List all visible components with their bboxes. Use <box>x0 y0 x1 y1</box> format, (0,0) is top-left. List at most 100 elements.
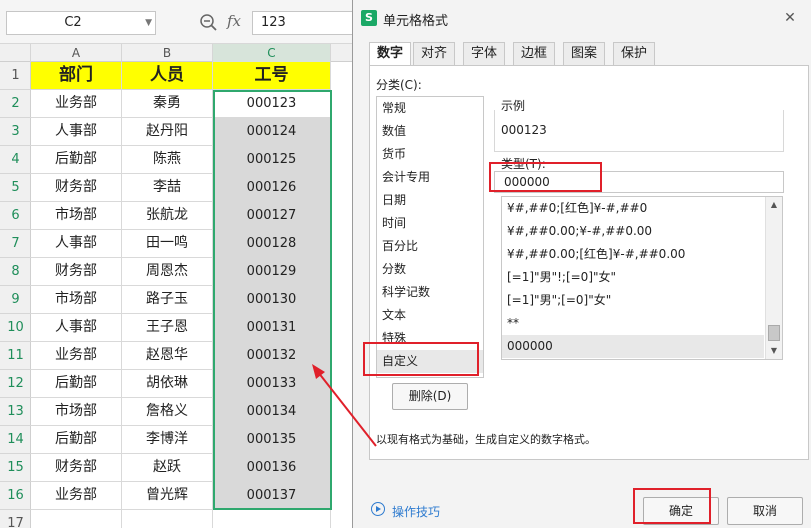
format-item[interactable]: ** <box>502 312 764 335</box>
table-cell[interactable]: 张航龙 <box>122 202 213 230</box>
tab-border[interactable]: 边框 <box>513 42 555 66</box>
ok-button[interactable]: 确定 <box>643 497 719 525</box>
table-cell[interactable]: 000134 <box>213 398 331 426</box>
table-cell[interactable]: 曾光辉 <box>122 482 213 510</box>
table-cell[interactable]: 财务部 <box>31 454 122 482</box>
column-header-c[interactable]: C <box>213 44 331 62</box>
scroll-up-icon[interactable]: ▲ <box>766 197 782 213</box>
table-cell[interactable]: 后勤部 <box>31 426 122 454</box>
header-cell-department[interactable]: 部门 <box>31 62 122 90</box>
table-cell[interactable]: 000126 <box>213 174 331 202</box>
row-header[interactable]: 1 <box>0 62 31 90</box>
row-header[interactable]: 4 <box>0 146 31 174</box>
row-header[interactable]: 17 <box>0 510 31 528</box>
cancel-button[interactable]: 取消 <box>727 497 803 525</box>
category-item[interactable]: 时间 <box>377 212 483 235</box>
row-header[interactable]: 6 <box>0 202 31 230</box>
format-list-scrollbar[interactable]: ▲ ▼ <box>765 197 782 359</box>
category-item[interactable]: 日期 <box>377 189 483 212</box>
table-cell[interactable]: 市场部 <box>31 398 122 426</box>
row-header[interactable]: 15 <box>0 454 31 482</box>
category-item[interactable]: 科学记数 <box>377 281 483 304</box>
table-cell[interactable]: 李博洋 <box>122 426 213 454</box>
format-item[interactable]: [=1]"男";[=0]"女" <box>502 289 764 312</box>
table-cell[interactable]: 人事部 <box>31 314 122 342</box>
close-button[interactable]: ✕ <box>771 4 809 32</box>
tab-font[interactable]: 字体 <box>463 42 505 66</box>
category-list[interactable]: 常规 数值 货币 会计专用 日期 时间 百分比 分数 科学记数 文本 特殊 自定… <box>376 96 484 378</box>
category-item-custom[interactable]: 自定义 <box>377 350 483 373</box>
table-cell[interactable]: 李喆 <box>122 174 213 202</box>
dialog-titlebar[interactable]: S 单元格格式 ✕ <box>353 0 811 38</box>
tab-pattern[interactable]: 图案 <box>563 42 605 66</box>
table-cell-empty[interactable] <box>31 510 122 528</box>
table-cell[interactable]: 000132 <box>213 342 331 370</box>
table-cell[interactable]: 赵跃 <box>122 454 213 482</box>
play-icon[interactable] <box>371 502 385 516</box>
tab-alignment[interactable]: 对齐 <box>413 42 455 66</box>
format-code-list[interactable]: ¥#,##0;[红色]¥-#,##0 ¥#,##0.00;¥-#,##0.00 … <box>501 196 783 360</box>
row-header[interactable]: 3 <box>0 118 31 146</box>
category-item[interactable]: 常规 <box>377 97 483 120</box>
scroll-thumb[interactable] <box>768 325 780 341</box>
category-item[interactable]: 数值 <box>377 120 483 143</box>
table-cell-empty[interactable] <box>213 510 331 528</box>
table-cell[interactable]: 詹格义 <box>122 398 213 426</box>
header-cell-employee-id[interactable]: 工号 <box>213 62 331 90</box>
table-cell[interactable]: 后勤部 <box>31 370 122 398</box>
select-all-corner[interactable] <box>0 44 31 62</box>
row-header[interactable]: 8 <box>0 258 31 286</box>
table-cell[interactable]: 赵恩华 <box>122 342 213 370</box>
table-cell[interactable]: 市场部 <box>31 202 122 230</box>
table-cell[interactable]: 赵丹阳 <box>122 118 213 146</box>
category-item[interactable]: 百分比 <box>377 235 483 258</box>
table-cell[interactable]: 人事部 <box>31 230 122 258</box>
table-cell[interactable]: 000135 <box>213 426 331 454</box>
table-cell[interactable]: 田一鸣 <box>122 230 213 258</box>
category-item[interactable]: 会计专用 <box>377 166 483 189</box>
table-cell[interactable]: 000124 <box>213 118 331 146</box>
format-item-selected[interactable]: 000000 <box>502 335 764 358</box>
header-cell-staff[interactable]: 人员 <box>122 62 213 90</box>
table-cell-active[interactable]: 000123 <box>213 90 331 118</box>
table-cell[interactable]: 后勤部 <box>31 146 122 174</box>
type-input[interactable]: 000000 <box>494 171 784 193</box>
table-cell[interactable]: 人事部 <box>31 118 122 146</box>
tips-link[interactable]: 操作技巧 <box>392 503 440 520</box>
row-header[interactable]: 12 <box>0 370 31 398</box>
fx-icon[interactable]: fx <box>227 12 241 30</box>
table-cell[interactable]: 000131 <box>213 314 331 342</box>
zoom-icon[interactable] <box>199 11 219 33</box>
table-cell[interactable]: 秦勇 <box>122 90 213 118</box>
chevron-down-icon[interactable]: ▼ <box>145 12 152 34</box>
scroll-down-icon[interactable]: ▼ <box>766 343 782 359</box>
category-item[interactable]: 特殊 <box>377 327 483 350</box>
format-item[interactable]: ¥#,##0.00;[红色]¥-#,##0.00 <box>502 243 764 266</box>
table-cell[interactable]: 周恩杰 <box>122 258 213 286</box>
table-cell[interactable]: 000136 <box>213 454 331 482</box>
table-cell[interactable]: 业务部 <box>31 482 122 510</box>
table-cell[interactable]: 路子玉 <box>122 286 213 314</box>
table-cell-empty[interactable] <box>122 510 213 528</box>
category-item[interactable]: 货币 <box>377 143 483 166</box>
table-cell[interactable]: 000128 <box>213 230 331 258</box>
format-item[interactable]: ¥#,##0;[红色]¥-#,##0 <box>502 197 764 220</box>
table-cell[interactable]: 000133 <box>213 370 331 398</box>
table-cell[interactable]: 000129 <box>213 258 331 286</box>
table-cell[interactable]: 王子恩 <box>122 314 213 342</box>
table-cell[interactable]: 市场部 <box>31 286 122 314</box>
category-item[interactable]: 分数 <box>377 258 483 281</box>
table-cell[interactable]: 财务部 <box>31 174 122 202</box>
table-cell[interactable]: 000127 <box>213 202 331 230</box>
format-item[interactable]: [=1]"男"!;[=0]"女" <box>502 266 764 289</box>
row-header[interactable]: 2 <box>0 90 31 118</box>
row-header[interactable]: 11 <box>0 342 31 370</box>
table-cell[interactable]: 业务部 <box>31 342 122 370</box>
row-header[interactable]: 9 <box>0 286 31 314</box>
table-cell[interactable]: 000137 <box>213 482 331 510</box>
name-box[interactable]: C2 ▼ <box>6 11 156 35</box>
row-header[interactable]: 14 <box>0 426 31 454</box>
column-header-a[interactable]: A <box>31 44 122 62</box>
tab-protection[interactable]: 保护 <box>613 42 655 66</box>
table-cell[interactable]: 胡依琳 <box>122 370 213 398</box>
